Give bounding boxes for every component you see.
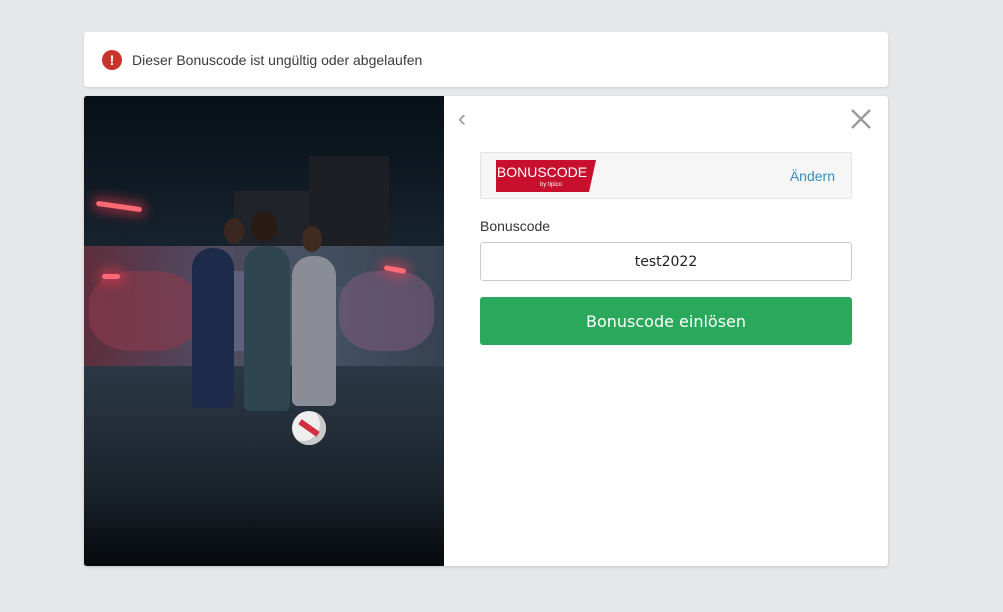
error-alert: ! Dieser Bonuscode ist ungültig oder abg… [84, 32, 888, 87]
bonus-form-area: ‹ BONUSCODE by tipico Ändern Bonuscode B… [444, 96, 888, 566]
svg-text:BONUSCODE: BONUSCODE [497, 164, 587, 180]
error-exclamation-icon: ! [102, 49, 122, 70]
change-link[interactable]: Ändern [790, 168, 835, 184]
alert-message: Dieser Bonuscode ist ungültig oder abgel… [132, 51, 423, 68]
bonuscode-label: Bonuscode [480, 218, 551, 234]
bonus-modal: ‹ BONUSCODE by tipico Ändern Bonuscode B… [84, 96, 888, 566]
chevron-left-icon[interactable]: ‹ [458, 106, 480, 132]
svg-text:by tipico: by tipico [540, 182, 563, 188]
redeem-bonuscode-button[interactable]: Bonuscode einlösen [480, 297, 852, 345]
promo-photo [84, 96, 444, 566]
bonuscode-logo: BONUSCODE by tipico [496, 160, 596, 192]
bonuscode-input[interactable] [480, 242, 852, 281]
bonus-card: BONUSCODE by tipico Ändern [480, 152, 852, 199]
close-icon[interactable] [848, 106, 874, 132]
football-icon [292, 411, 326, 445]
